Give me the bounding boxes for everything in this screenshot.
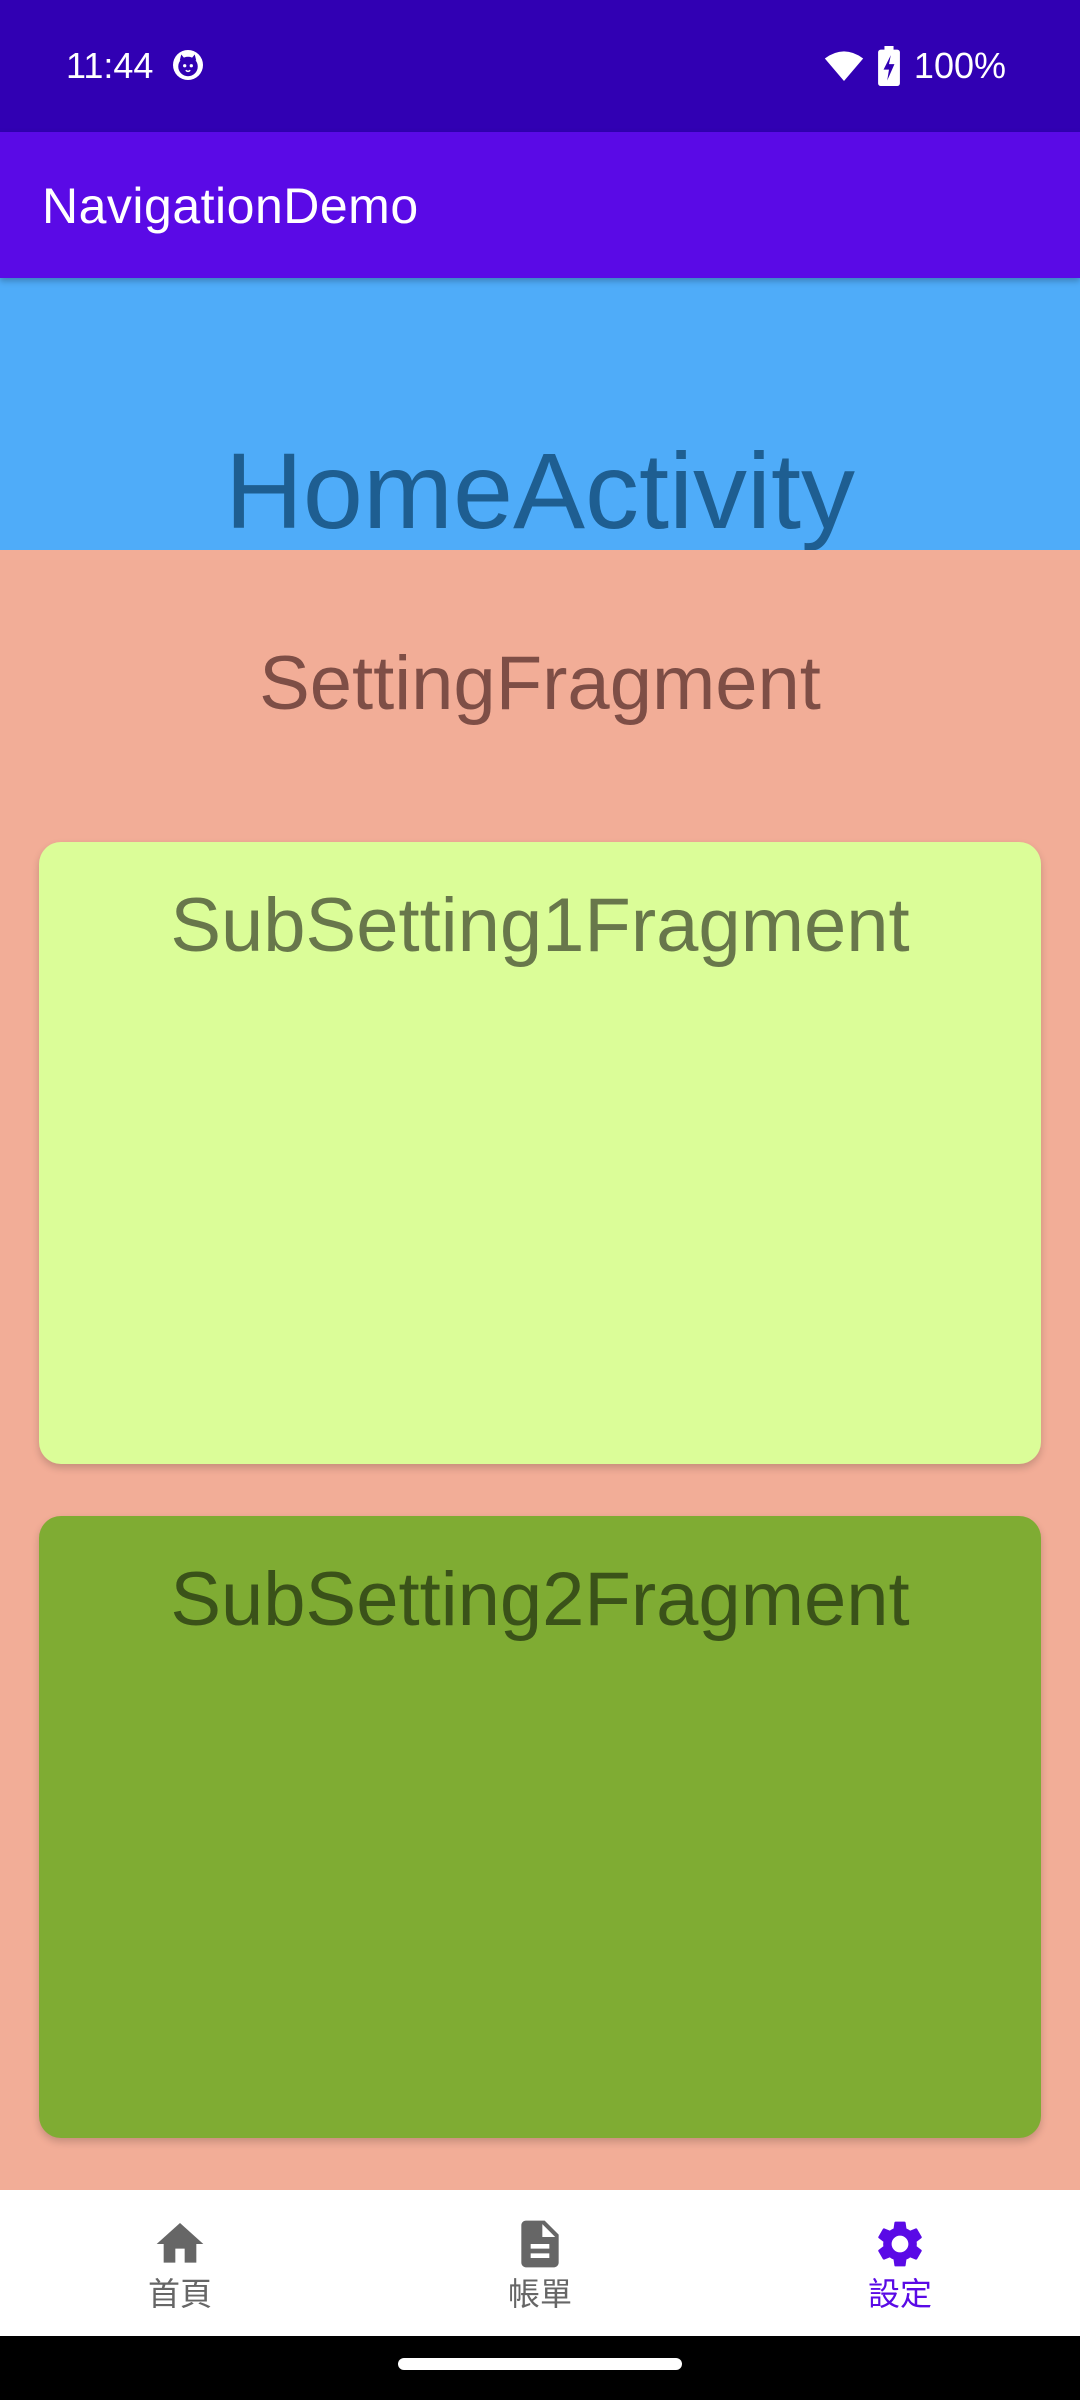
gear-icon <box>878 2221 922 2267</box>
status-time: 11:44 <box>66 45 154 86</box>
setting-fragment-label: SettingFragment <box>259 641 821 726</box>
home-activity-container: HomeActivity <box>0 278 1080 551</box>
gesture-handle[interactable] <box>398 2358 682 2370</box>
nav-item-bill-label: 帳單 <box>507 2275 572 2313</box>
battery-charging-icon <box>878 46 900 86</box>
nav-item-bill[interactable]: 帳單 <box>360 2190 720 2336</box>
cat-icon <box>173 50 203 80</box>
app-title: NavigationDemo <box>42 178 419 234</box>
app-bar: NavigationDemo <box>0 132 1080 278</box>
home-icon <box>156 2223 204 2263</box>
status-bar: 11:44 100% <box>0 0 1080 132</box>
sub-setting-1-card: SubSetting1Fragment <box>39 842 1041 1464</box>
sub-setting-2-label: SubSetting2Fragment <box>170 1557 910 1642</box>
nav-item-home-label: 首頁 <box>147 2275 212 2313</box>
battery-percent: 100% <box>913 45 1006 86</box>
status-indicators: 100% <box>824 44 1006 88</box>
sub-setting-1-label: SubSetting1Fragment <box>170 883 910 968</box>
nav-item-settings-label: 設定 <box>867 2275 932 2313</box>
document-icon <box>521 2220 559 2268</box>
nav-item-home[interactable]: 首頁 <box>0 2190 360 2336</box>
gesture-navigation-bar <box>0 2336 1080 2400</box>
bottom-navigation: 首頁 帳單 設定 <box>0 2190 1080 2336</box>
home-activity-label: HomeActivity <box>224 430 856 551</box>
wifi-icon <box>824 51 864 81</box>
sub-setting-2-card: SubSetting2Fragment <box>39 1516 1041 2138</box>
nav-item-settings[interactable]: 設定 <box>720 2190 1080 2336</box>
setting-fragment-container: SettingFragment SubSetting1Fragment SubS… <box>0 550 1080 2190</box>
